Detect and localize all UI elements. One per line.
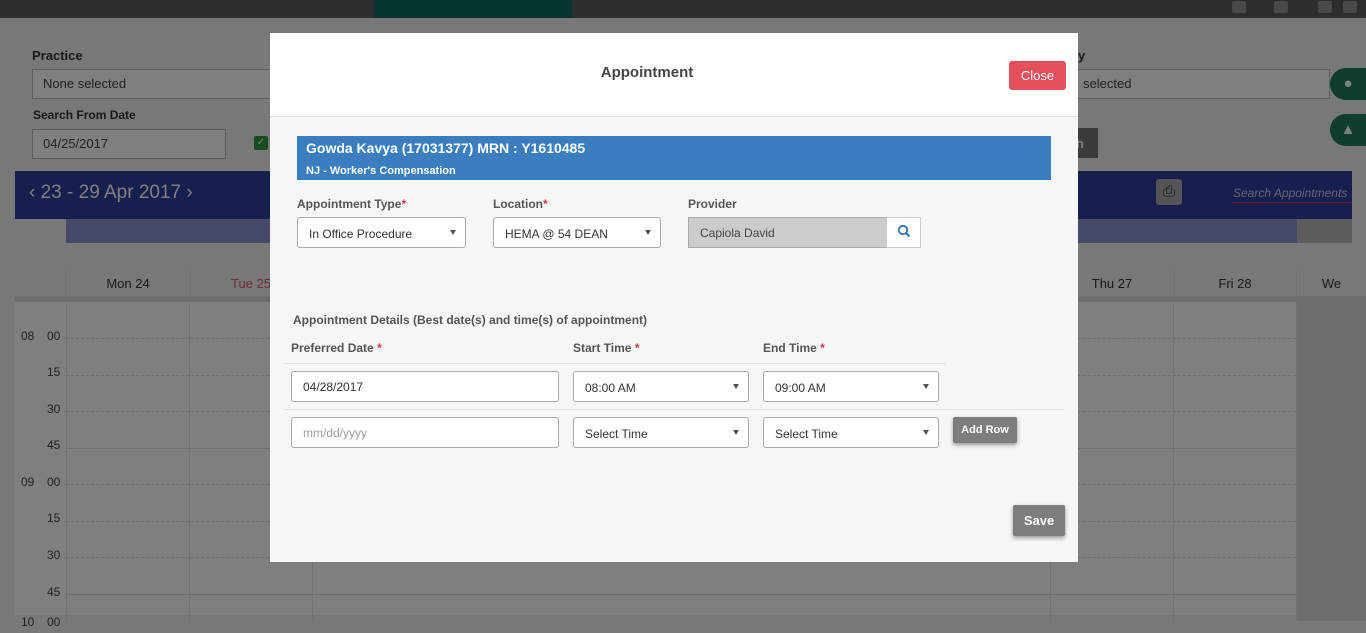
caret-down-icon — [450, 230, 456, 235]
location-select[interactable]: HEMA @ 54 DEAN — [493, 217, 661, 248]
appointment-type-label: Appointment Type* — [297, 197, 407, 211]
provider-field: Capiola David — [688, 217, 887, 248]
preferred-date-input[interactable]: mm/dd/yyyy — [291, 417, 559, 448]
location-label: Location* — [493, 197, 548, 211]
save-button[interactable]: Save — [1013, 505, 1065, 536]
preferred-date-input[interactable]: 04/28/2017 — [291, 371, 559, 402]
start-time-select[interactable]: 08:00 AM — [573, 371, 749, 402]
row-divider — [284, 363, 946, 364]
start-time-select[interactable]: Select Time — [573, 417, 749, 448]
caret-down-icon — [733, 430, 739, 435]
search-icon[interactable] — [886, 217, 921, 248]
end-time-select[interactable]: 09:00 AM — [763, 371, 939, 402]
end-time-select[interactable]: Select Time — [763, 417, 939, 448]
start-time-header: Start Time * — [573, 341, 640, 355]
add-row-button[interactable]: Add Row — [953, 417, 1017, 443]
appointment-type-select[interactable]: In Office Procedure — [297, 217, 466, 248]
appointment-modal: Appointment Close Gowda Kavya (17031377)… — [270, 33, 1078, 562]
close-button[interactable]: Close — [1009, 61, 1066, 90]
patient-plan: NJ - Worker's Compensation — [306, 165, 456, 177]
caret-down-icon — [733, 384, 739, 389]
provider-label: Provider — [688, 197, 737, 211]
patient-name: Gowda Kavya (17031377) MRN : Y1610485 — [306, 140, 586, 156]
caret-down-icon — [923, 384, 929, 389]
modal-title: Appointment — [600, 64, 694, 81]
caret-down-icon — [923, 430, 929, 435]
end-time-header: End Time * — [763, 341, 825, 355]
appointment-details-heading: Appointment Details (Best date(s) and ti… — [293, 313, 648, 327]
row-divider — [284, 409, 1064, 410]
caret-down-icon — [645, 230, 651, 235]
preferred-date-header: Preferred Date * — [291, 341, 382, 355]
patient-banner: Gowda Kavya (17031377) MRN : Y1610485 NJ… — [297, 136, 1051, 180]
modal-header: Appointment Close — [270, 33, 1078, 117]
